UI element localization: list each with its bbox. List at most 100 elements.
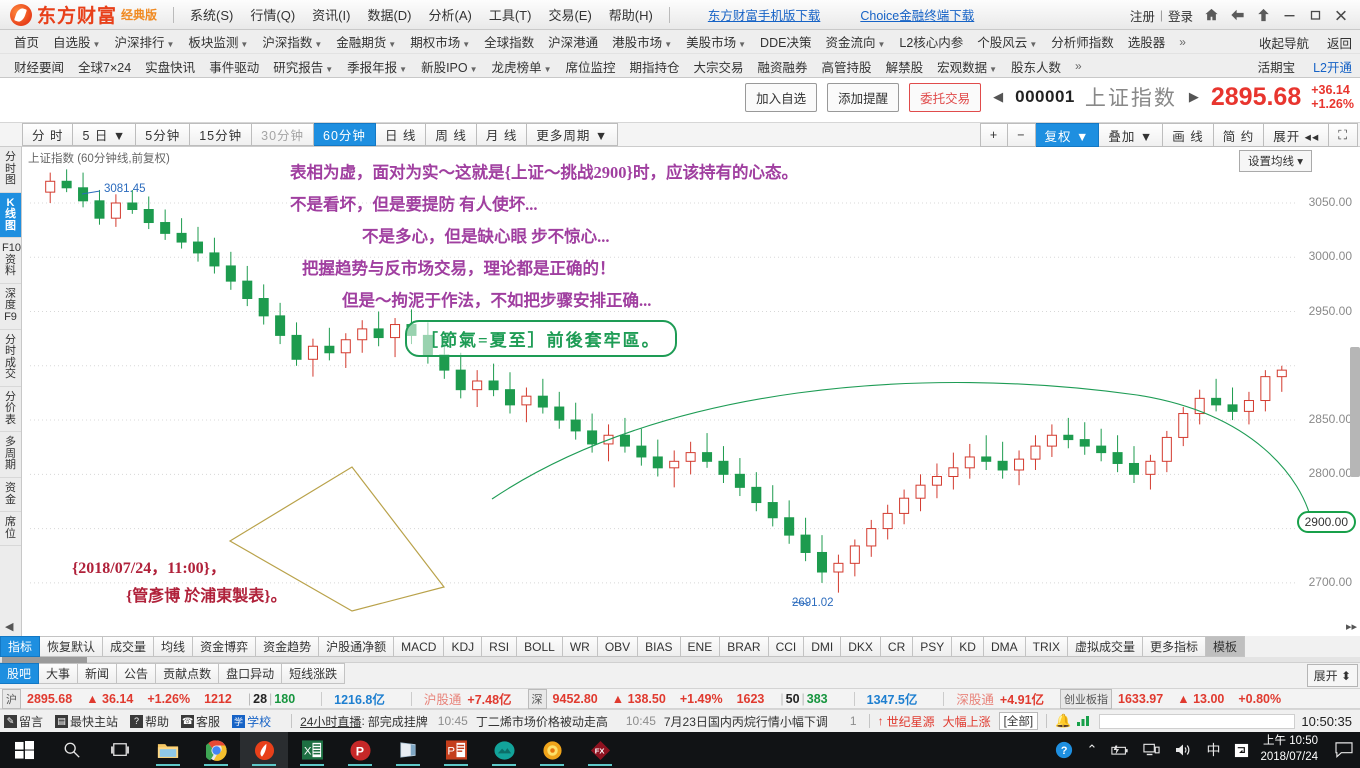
indicator-tab-9[interactable]: RSI bbox=[482, 636, 518, 657]
news-headline-3[interactable]: 7月23日国内丙烷行情小幅下调 bbox=[664, 713, 828, 730]
info-tab-1[interactable]: 大事 bbox=[39, 663, 79, 684]
nav-item-13[interactable]: 解禁股 bbox=[880, 55, 930, 78]
home-icon[interactable] bbox=[1198, 2, 1224, 28]
nav-item-2[interactable]: 沪深排行 ▼ bbox=[108, 30, 180, 53]
indicator-tab-14[interactable]: ENE bbox=[680, 636, 721, 657]
alert-scope-button[interactable]: [全部] bbox=[998, 712, 1039, 730]
indicator-tab-5[interactable]: 资金趋势 bbox=[256, 636, 320, 657]
indicator-tab-25[interactable]: 更多指标 bbox=[1142, 636, 1206, 657]
expand-panel-button[interactable]: 展开 ⬍ bbox=[1306, 664, 1358, 687]
nav-item-3[interactable]: 事件驱动 bbox=[203, 55, 265, 78]
sidebar-item-5[interactable]: 分价表 bbox=[0, 387, 21, 433]
l2-activate-link[interactable]: L2开通 bbox=[1309, 55, 1356, 78]
school-tool[interactable]: 学 学校 bbox=[232, 713, 271, 730]
menu-news[interactable]: 资讯(I) bbox=[312, 5, 350, 24]
entrust-trade-button[interactable]: 委托交易 bbox=[909, 82, 982, 112]
nav-right-item-0[interactable]: 活期宝 bbox=[1254, 55, 1300, 78]
period-tab-3[interactable]: 15分钟 bbox=[190, 123, 253, 146]
period-tab-1[interactable]: 5 日 ▼ bbox=[73, 123, 137, 146]
nav-item-4[interactable]: 研究报告 ▼ bbox=[267, 55, 339, 78]
nav-right-item-0[interactable]: 收起导航 bbox=[1255, 31, 1313, 54]
add-alert-button[interactable]: 添加提醒 bbox=[827, 82, 900, 112]
chrome-icon[interactable] bbox=[192, 732, 240, 768]
nav-item-4[interactable]: 沪深指数 ▼ bbox=[256, 30, 328, 53]
search-icon[interactable] bbox=[48, 732, 96, 768]
app-sun-icon[interactable] bbox=[528, 732, 576, 768]
nav-item-2[interactable]: 实盘快讯 bbox=[139, 55, 201, 78]
menu-tools[interactable]: 工具(T) bbox=[489, 5, 532, 24]
period-tab-8[interactable]: 月 线 bbox=[476, 123, 528, 146]
period-tab-5[interactable]: 60分钟 bbox=[314, 123, 376, 146]
period-tab-2[interactable]: 5分钟 bbox=[136, 123, 191, 146]
info-tab-2[interactable]: 新闻 bbox=[78, 663, 118, 684]
indicator-tab-15[interactable]: BRAR bbox=[720, 636, 769, 657]
chart-tool-2[interactable]: 复权 ▼ bbox=[1035, 123, 1100, 147]
chart-expand-arrow-icon[interactable]: ▸▸ bbox=[1346, 620, 1357, 633]
nav-item-9[interactable]: 港股市场 ▼ bbox=[606, 30, 678, 53]
indicator-tab-10[interactable]: BOLL bbox=[517, 636, 563, 657]
fx-icon[interactable]: FX bbox=[576, 732, 624, 768]
ime-mode-icon[interactable] bbox=[1227, 743, 1256, 758]
indicator-tab-12[interactable]: OBV bbox=[597, 636, 639, 657]
indicator-tab-8[interactable]: KDJ bbox=[444, 636, 483, 657]
nav-item-0[interactable]: 财经要闻 bbox=[8, 55, 70, 78]
indicator-tab-13[interactable]: BIAS bbox=[638, 636, 681, 657]
network-icon[interactable] bbox=[1136, 743, 1167, 757]
sidebar-item-0[interactable]: 分时图 bbox=[0, 147, 21, 193]
file-explorer-icon[interactable] bbox=[144, 732, 192, 768]
indicator-tab-18[interactable]: DKX bbox=[841, 636, 881, 657]
info-tab-5[interactable]: 盘口异动 bbox=[219, 663, 283, 684]
indicator-tab-7[interactable]: MACD bbox=[394, 636, 445, 657]
message-tool[interactable]: ✎ 留言 bbox=[4, 713, 43, 730]
menu-help[interactable]: 帮助(H) bbox=[609, 5, 653, 24]
indicator-tab-24[interactable]: 虚拟成交量 bbox=[1067, 636, 1143, 657]
period-tab-7[interactable]: 周 线 bbox=[426, 123, 477, 146]
nav-item-15[interactable]: 分析师指数 bbox=[1045, 30, 1120, 53]
nav-item-0[interactable]: 首页 bbox=[8, 30, 45, 53]
sidebar-item-1[interactable]: K线图 bbox=[0, 192, 21, 239]
indicator-tab-20[interactable]: PSY bbox=[913, 636, 953, 657]
nav-item-15[interactable]: 股东人数 bbox=[1005, 55, 1067, 78]
menu-data[interactable]: 数据(D) bbox=[367, 5, 411, 24]
login-link[interactable]: 登录 bbox=[1163, 6, 1198, 25]
info-tab-6[interactable]: 短线涨跌 bbox=[282, 663, 346, 684]
indicator-tab-26[interactable]: 模板 bbox=[1206, 636, 1246, 657]
close-button[interactable] bbox=[1328, 2, 1354, 28]
chart-tool-5[interactable]: 简 约 bbox=[1213, 123, 1265, 147]
nav-item-12[interactable]: 资金流向 ▼ bbox=[819, 30, 891, 53]
chart-vertical-scrollbar[interactable] bbox=[1350, 347, 1360, 477]
sidebar-item-4[interactable]: 分时成交 bbox=[0, 330, 21, 387]
set-moving-average-button[interactable]: 设置均线 ▾ bbox=[1239, 150, 1312, 172]
period-tab-4[interactable]: 30分钟 bbox=[252, 123, 315, 146]
chevron-up-icon[interactable]: ⌃ bbox=[1080, 742, 1105, 758]
nav-item-7[interactable]: 龙虎榜单 ▼ bbox=[486, 55, 558, 78]
minimize-button[interactable] bbox=[1276, 2, 1302, 28]
powerpoint-icon[interactable]: P bbox=[432, 732, 480, 768]
menu-analysis[interactable]: 分析(A) bbox=[428, 5, 471, 24]
nav-right-item-1[interactable]: 返回 bbox=[1323, 31, 1356, 54]
nav-item-8[interactable]: 席位监控 bbox=[559, 55, 621, 78]
chart-tool-4[interactable]: 画 线 bbox=[1163, 123, 1214, 147]
maximize-button[interactable] bbox=[1302, 2, 1328, 28]
period-tab-6[interactable]: 日 线 bbox=[375, 123, 427, 146]
mobile-download-link[interactable]: 东方财富手机版下载 bbox=[708, 5, 821, 24]
news-headline-1[interactable]: 部完成挂牌 bbox=[368, 713, 428, 730]
indicator-tab-19[interactable]: CR bbox=[880, 636, 914, 657]
indicator-tab-1[interactable]: 恢复默认 bbox=[40, 636, 104, 657]
menu-trade[interactable]: 交易(E) bbox=[548, 5, 591, 24]
onenote-icon[interactable] bbox=[384, 732, 432, 768]
battery-icon[interactable] bbox=[1104, 744, 1136, 757]
add-to-watchlist-button[interactable]: 加入自选 bbox=[745, 82, 818, 112]
menu-quotes[interactable]: 行情(Q) bbox=[250, 5, 295, 24]
prev-stock-arrow-icon[interactable]: ◀ bbox=[991, 89, 1005, 105]
nav-item-10[interactable]: 美股市场 ▼ bbox=[680, 30, 752, 53]
action-center-icon[interactable] bbox=[1328, 742, 1360, 758]
nav-item-13[interactable]: L2核心内参 bbox=[893, 30, 969, 53]
indicator-tab-16[interactable]: CCI bbox=[768, 636, 805, 657]
indicator-tab-4[interactable]: 资金博弈 bbox=[193, 636, 257, 657]
back-arrow-icon[interactable] bbox=[1224, 2, 1250, 28]
nav-item-10[interactable]: 大宗交易 bbox=[688, 55, 750, 78]
start-button[interactable] bbox=[0, 732, 48, 768]
sidebar-item-8[interactable]: 席位 bbox=[0, 512, 21, 547]
eastmoney-icon[interactable] bbox=[240, 732, 288, 768]
